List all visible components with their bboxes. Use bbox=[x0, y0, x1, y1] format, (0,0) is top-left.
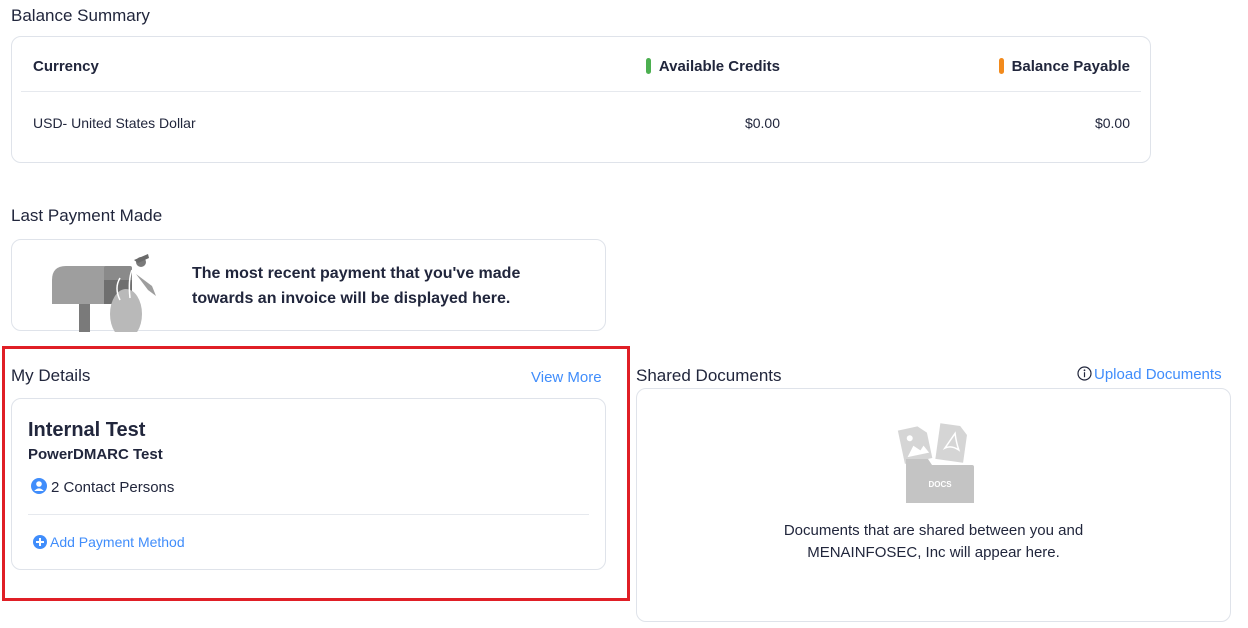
shared-documents-message-line1: Documents that are shared between you an… bbox=[783, 522, 1084, 539]
docs-folder-label: DOCS bbox=[928, 480, 952, 489]
last-payment-message: The most recent payment that you've made… bbox=[192, 261, 520, 311]
currency-cell: USD- United States Dollar bbox=[33, 115, 196, 131]
details-divider bbox=[28, 514, 589, 515]
available-credits-label: Available Credits bbox=[658, 58, 780, 75]
shared-documents-card: DOCS Documents that are shared between y… bbox=[636, 388, 1231, 622]
docs-folder-icon: DOCS bbox=[897, 423, 974, 503]
shared-documents-title: Shared Documents bbox=[636, 366, 782, 385]
add-payment-method-label: Add Payment Method bbox=[50, 534, 185, 550]
upload-documents-label: Upload Documents bbox=[1094, 366, 1222, 383]
balance-payable-header: Balance Payable bbox=[998, 58, 1130, 75]
upload-documents-link[interactable]: Upload Documents bbox=[1077, 366, 1222, 383]
credits-cell: $0.00 bbox=[744, 115, 780, 131]
balance-summary-card: Currency Available Credits Balance Payab… bbox=[11, 36, 1151, 163]
contact-persons[interactable]: 2 Contact Persons bbox=[31, 478, 174, 496]
available-credits-header: Available Credits bbox=[645, 58, 780, 75]
view-more-link[interactable]: View More bbox=[531, 369, 602, 386]
payable-cell: $0.00 bbox=[1094, 115, 1130, 131]
contact-persons-label: 2 Contact Persons bbox=[51, 479, 175, 496]
info-icon bbox=[1077, 366, 1092, 381]
balance-summary-title: Balance Summary bbox=[11, 6, 150, 25]
balance-payable-label: Balance Payable bbox=[1011, 58, 1130, 75]
shared-documents-message-line2: MENAINFOSEC, Inc will appear here. bbox=[807, 544, 1060, 561]
mailbox-illustration-icon bbox=[52, 254, 156, 332]
my-details-title: My Details bbox=[11, 366, 91, 385]
add-payment-method-button[interactable]: Add Payment Method bbox=[33, 534, 185, 550]
currency-header: Currency bbox=[33, 58, 99, 75]
my-details-card: Internal Test PowerDMARC Test 2 Contact … bbox=[11, 398, 606, 570]
payable-marker bbox=[998, 58, 1004, 74]
company-name: PowerDMARC Test bbox=[28, 446, 163, 463]
last-payment-title: Last Payment Made bbox=[11, 206, 163, 225]
credits-marker bbox=[645, 58, 651, 74]
last-payment-card: The most recent payment that you've made… bbox=[11, 239, 606, 332]
plus-circle-icon bbox=[33, 535, 47, 549]
table-divider bbox=[21, 91, 1141, 92]
customer-name: Internal Test bbox=[28, 419, 146, 441]
shared-documents-message: Documents that are shared between you an… bbox=[637, 520, 1230, 564]
last-payment-message-line2: towards an invoice will be displayed her… bbox=[192, 290, 511, 307]
user-icon bbox=[31, 478, 47, 494]
last-payment-message-line1: The most recent payment that you've made bbox=[192, 265, 521, 282]
